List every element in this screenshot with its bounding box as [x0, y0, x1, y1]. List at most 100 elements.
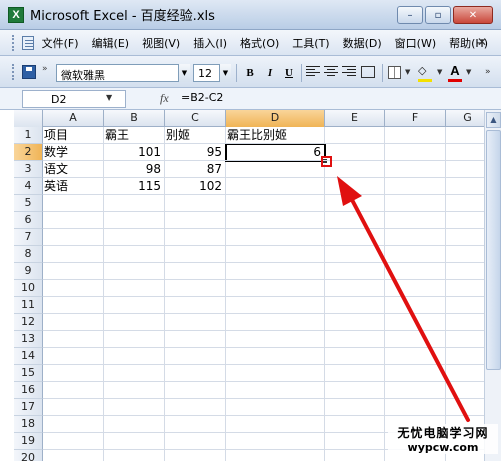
align-center-icon[interactable] [324, 66, 338, 78]
highlight-box [321, 156, 332, 167]
row-header-12[interactable]: 12 [14, 314, 43, 331]
toolbar-more-icon[interactable]: » [485, 67, 491, 77]
cell-b4[interactable]: 115 [104, 178, 164, 195]
menu-bar: 文件(F) 编辑(E) 视图(V) 插入(I) 格式(O) 工具(T) 数据(D… [0, 30, 501, 56]
align-right-icon[interactable] [342, 66, 356, 78]
column-headers: A B C D E F G [14, 110, 490, 127]
menu-format[interactable]: 格式(O) [240, 35, 279, 51]
borders-icon[interactable] [388, 66, 401, 79]
grid-row-line [43, 262, 490, 263]
grid-row-line [43, 245, 490, 246]
row-header-5[interactable]: 5 [14, 195, 43, 212]
formula-bar: D2 ▼ fx =B2-C2 [0, 88, 501, 110]
row-header-2[interactable]: 2 [14, 144, 43, 161]
row-header-4[interactable]: 4 [14, 178, 43, 195]
grid-row-line [43, 381, 490, 382]
cell-a1[interactable]: 项目 [43, 127, 103, 144]
italic-button[interactable]: I [262, 65, 278, 81]
font-name-combobox[interactable]: 微软雅黑 [56, 64, 190, 82]
title-bar: X Microsoft Excel - 百度经验.xls – ▫ ✕ [0, 0, 501, 30]
menu-tools[interactable]: 工具(T) [292, 35, 329, 51]
menu-view[interactable]: 视图(V) [142, 35, 180, 51]
toolbar-options-icon[interactable]: » [42, 64, 48, 74]
row-header-17[interactable]: 17 [14, 399, 43, 416]
cell-c1[interactable]: 别姬 [165, 127, 225, 144]
font-name-dropdown-icon[interactable]: ▼ [178, 64, 190, 82]
column-header-e[interactable]: E [325, 110, 385, 127]
column-header-f[interactable]: F [385, 110, 446, 127]
toolbar-separator [236, 64, 237, 82]
grid-row-line [43, 296, 490, 297]
grid-row-line [43, 279, 490, 280]
column-header-b[interactable]: B [104, 110, 165, 127]
document-icon[interactable] [21, 35, 34, 50]
fill-color-icon[interactable]: ◇ [418, 64, 434, 80]
row-header-14[interactable]: 14 [14, 348, 43, 365]
grid-row-line [43, 398, 490, 399]
column-header-c[interactable]: C [165, 110, 226, 127]
grid-row-line [43, 364, 490, 365]
toolbar-grip-icon[interactable] [12, 64, 16, 80]
save-icon[interactable] [22, 65, 36, 79]
row-header-19[interactable]: 19 [14, 433, 43, 450]
name-box-dropdown-icon[interactable]: ▼ [106, 93, 112, 102]
row-header-9[interactable]: 9 [14, 263, 43, 280]
row-header-3[interactable]: 3 [14, 161, 43, 178]
font-color-dropdown-icon[interactable]: ▼ [466, 68, 471, 76]
grid-row-line [43, 415, 490, 416]
column-header-d[interactable]: D [226, 110, 325, 127]
cell-b1[interactable]: 霸王 [104, 127, 164, 144]
cell-d1[interactable]: 霸王比别姬 [226, 127, 324, 144]
cell-a4[interactable]: 英语 [43, 178, 103, 195]
grid-row-line [43, 177, 490, 178]
close-workbook-icon[interactable]: ✕ [477, 35, 487, 49]
row-header-8[interactable]: 8 [14, 246, 43, 263]
menu-window[interactable]: 窗口(W) [395, 35, 436, 51]
excel-app-icon: X [8, 6, 24, 23]
row-header-6[interactable]: 6 [14, 212, 43, 229]
vertical-scrollbar[interactable]: ▲ [484, 110, 501, 461]
menu-insert[interactable]: 插入(I) [193, 35, 227, 51]
grid-row-line [43, 211, 490, 212]
font-color-button[interactable]: A [448, 63, 462, 79]
menu-file[interactable]: 文件(F) [42, 35, 79, 51]
menu-data[interactable]: 数据(D) [343, 35, 382, 51]
bold-button[interactable]: B [242, 65, 258, 81]
merge-center-icon[interactable] [361, 66, 375, 78]
cell-c2[interactable]: 95 [165, 144, 225, 161]
toolbar-separator [301, 64, 302, 82]
column-header-a[interactable]: A [43, 110, 104, 127]
cell-c3[interactable]: 87 [165, 161, 225, 178]
row-header-1[interactable]: 1 [14, 127, 43, 144]
scroll-up-icon[interactable]: ▲ [486, 112, 501, 128]
row-header-11[interactable]: 11 [14, 297, 43, 314]
row-header-10[interactable]: 10 [14, 280, 43, 297]
cell-b3[interactable]: 98 [104, 161, 164, 178]
borders-dropdown-icon[interactable]: ▼ [405, 68, 410, 76]
worksheet-grid[interactable]: A B C D E F G 1 2 3 4 5 6 7 8 9 10 11 12 13 14 15 16 17 1… [14, 110, 490, 461]
row-header-20[interactable]: 20 [14, 450, 43, 461]
row-header-13[interactable]: 13 [14, 331, 43, 348]
watermark-title: 无忧电脑学习网 [397, 426, 489, 440]
menubar-grip-icon[interactable] [12, 34, 16, 51]
font-size-dropdown-icon[interactable]: ▼ [219, 64, 231, 82]
cell-b2[interactable]: 101 [104, 144, 164, 161]
insert-function-icon[interactable]: fx [160, 91, 169, 106]
align-left-icon[interactable] [306, 66, 320, 78]
restore-button[interactable]: ▫ [425, 6, 451, 24]
cell-c4[interactable]: 102 [165, 178, 225, 195]
select-all-corner[interactable] [14, 110, 43, 127]
fill-color-dropdown-icon[interactable]: ▼ [437, 68, 442, 76]
row-header-16[interactable]: 16 [14, 382, 43, 399]
close-button[interactable]: ✕ [453, 6, 493, 24]
scroll-thumb[interactable] [486, 130, 501, 370]
row-header-7[interactable]: 7 [14, 229, 43, 246]
row-header-18[interactable]: 18 [14, 416, 43, 433]
menu-edit[interactable]: 编辑(E) [92, 35, 130, 51]
row-header-15[interactable]: 15 [14, 365, 43, 382]
cell-a2[interactable]: 数学 [43, 144, 103, 161]
formula-input[interactable]: =B2-C2 [181, 91, 223, 104]
minimize-button[interactable]: – [397, 6, 423, 24]
cell-a3[interactable]: 语文 [43, 161, 103, 178]
underline-button[interactable]: U [281, 65, 297, 81]
